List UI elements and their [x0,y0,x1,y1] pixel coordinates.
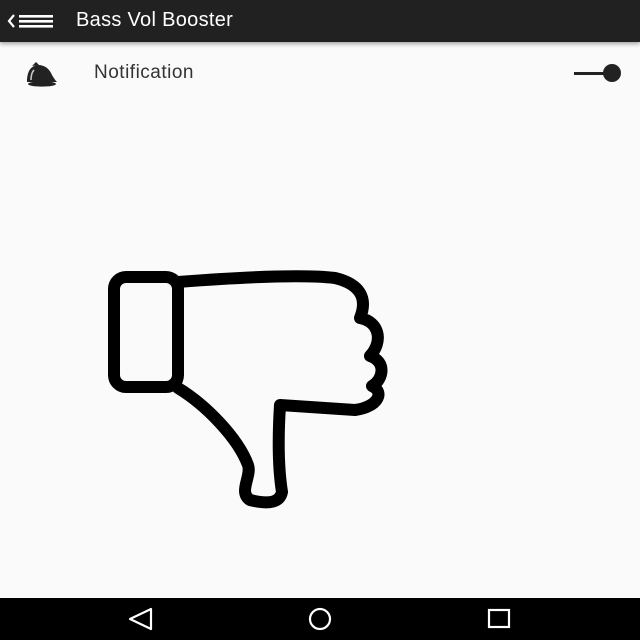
drawer-toggle-button[interactable] [4,6,58,36]
system-navigation-bar [0,598,640,640]
recents-square-icon [487,608,511,629]
notification-toggle[interactable] [568,62,628,86]
app-bar: Bass Vol Booster [0,0,640,42]
app-screen: Bass Vol Booster Notification [0,0,640,640]
home-circle-icon [308,607,332,631]
bell-icon [27,62,57,87]
back-menu-icon [7,14,53,28]
app-title: Bass Vol Booster [76,9,234,31]
system-recents-button[interactable] [482,606,518,632]
notification-label: Notification [94,62,194,83]
system-back-button[interactable] [123,606,159,632]
system-home-button[interactable] [302,606,338,632]
notification-setting-row[interactable]: Notification [0,44,640,104]
back-triangle-icon [128,607,153,631]
thumbs-down-icon [108,270,388,509]
toggle-thumb [603,64,621,82]
